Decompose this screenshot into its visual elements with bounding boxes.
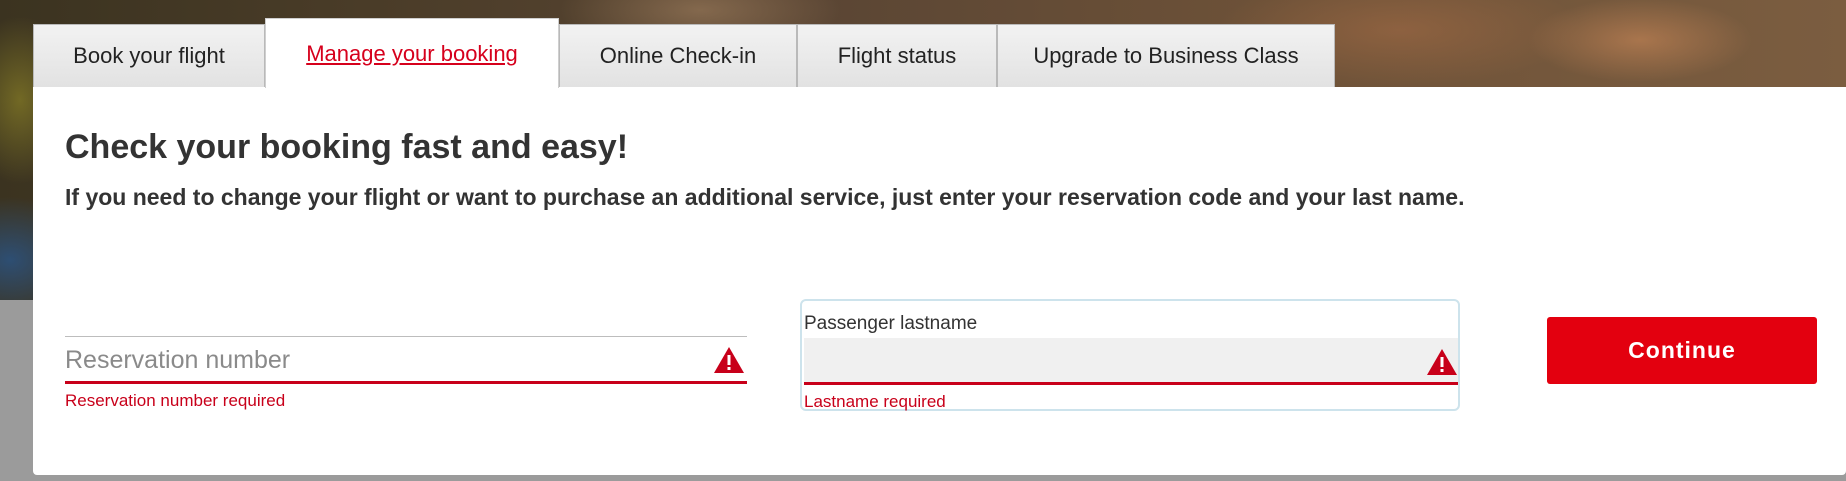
tab-manage-your-booking[interactable]: Manage your booking (265, 18, 559, 88)
continue-button[interactable]: Continue (1547, 317, 1817, 384)
tab-label: Online Check-in (599, 43, 757, 68)
field-divider (65, 336, 747, 337)
tab-upgrade-business-class[interactable]: Upgrade to Business Class (997, 24, 1335, 87)
reservation-error-message: Reservation number required (65, 391, 286, 410)
passenger-lastname-field: Passenger lastname Lastname required (800, 299, 1460, 411)
reservation-number-input[interactable] (65, 340, 747, 384)
page-subtitle: If you need to change your flight or wan… (65, 184, 1465, 210)
tab-label: Manage your booking (306, 40, 518, 66)
lastname-label: Passenger lastname (804, 313, 978, 334)
lastname-input[interactable] (804, 338, 1458, 385)
tab-book-your-flight[interactable]: Book your flight (33, 24, 265, 87)
warning-triangle-icon (714, 347, 744, 373)
tab-label: Upgrade to Business Class (1033, 43, 1299, 68)
tab-label: Book your flight (73, 43, 225, 68)
lastname-error-message: Lastname required (804, 392, 946, 411)
tab-flight-status[interactable]: Flight status (797, 24, 997, 87)
tab-label: Flight status (837, 43, 957, 68)
tab-online-check-in[interactable]: Online Check-in (559, 24, 797, 87)
warning-triangle-icon (1427, 349, 1457, 375)
page-title: Check your booking fast and easy! (65, 128, 629, 166)
